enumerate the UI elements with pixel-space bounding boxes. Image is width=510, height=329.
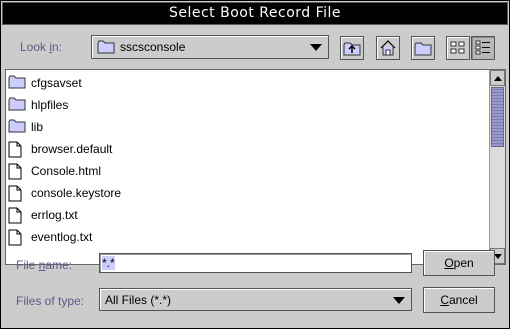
chevron-down-icon [393, 297, 405, 304]
list-item[interactable]: lib [8, 116, 43, 137]
files-of-type-combo[interactable]: All Files (*.*) [99, 288, 412, 311]
list-item-label: errlog.txt [31, 207, 78, 222]
list-item[interactable]: cfgsavset [8, 72, 82, 93]
file-icon [8, 185, 26, 201]
details-view-button[interactable] [471, 36, 495, 60]
file-icon [8, 141, 26, 157]
home-button[interactable] [376, 36, 400, 60]
files-of-type-value: All Files (*.*) [105, 293, 172, 307]
file-list-rows: cfgsavset hlpfiles lib browser.default Conso… [6, 70, 488, 264]
arrow-down-icon [494, 254, 502, 259]
list-item-label: Console.html [31, 163, 102, 178]
list-item-label: lib [31, 119, 44, 134]
scroll-thumb[interactable] [491, 87, 504, 147]
folder-icon [8, 75, 26, 91]
list-item[interactable]: Console.html [8, 160, 101, 181]
list-item[interactable]: eventlog.txt [8, 226, 92, 247]
folder-icon [97, 40, 115, 54]
file-icon [8, 207, 26, 223]
folder-icon [8, 119, 26, 135]
look-in-value: sscsconsole [120, 40, 186, 54]
new-folder-icon [414, 42, 432, 56]
file-name-input[interactable]: *.* [99, 253, 412, 273]
up-folder-icon [343, 42, 361, 56]
details-view-icon [475, 40, 490, 55]
file-list[interactable]: cfgsavset hlpfiles lib browser.default Conso… [5, 69, 506, 265]
list-item-label: cfgsavset [31, 75, 82, 90]
vertical-scrollbar[interactable] [489, 70, 505, 264]
list-item-label: console.keystore [31, 185, 122, 200]
list-item-label: browser.default [31, 141, 113, 156]
file-icon [8, 229, 26, 245]
new-folder-button[interactable] [411, 36, 435, 60]
list-item[interactable]: hlpfiles [8, 94, 68, 115]
list-item-label: eventlog.txt [31, 229, 93, 244]
chevron-down-icon [310, 44, 322, 51]
look-in-label: Look in: [20, 40, 63, 54]
home-icon [380, 40, 396, 56]
list-item-label: hlpfiles [31, 97, 69, 112]
file-name-label: File name: [16, 258, 73, 272]
open-button[interactable]: Open [423, 250, 495, 276]
list-view-button[interactable] [446, 36, 470, 60]
file-icon [8, 163, 26, 179]
dialog-content: Look in: sscsconsole cfgsavset hlpfiles … [4, 26, 506, 326]
list-view-icon [450, 41, 465, 54]
up-folder-button[interactable] [340, 36, 364, 60]
scroll-up-button[interactable] [490, 70, 505, 86]
file-name-value: *.* [102, 256, 115, 270]
files-of-type-label: Files of type: [16, 294, 85, 308]
look-in-combo[interactable]: sscsconsole [91, 35, 329, 59]
window-title: Select Boot Record File [168, 5, 342, 21]
list-item[interactable]: browser.default [8, 138, 112, 159]
list-item[interactable]: errlog.txt [8, 204, 78, 225]
cancel-button[interactable]: Cancel [423, 287, 495, 313]
folder-icon [8, 97, 26, 113]
list-item[interactable]: console.keystore [8, 182, 121, 203]
title-bar[interactable]: Select Boot Record File [2, 2, 508, 25]
arrow-up-icon [494, 76, 502, 81]
file-chooser-dialog: Select Boot Record File Look in: sscscon… [0, 0, 510, 329]
